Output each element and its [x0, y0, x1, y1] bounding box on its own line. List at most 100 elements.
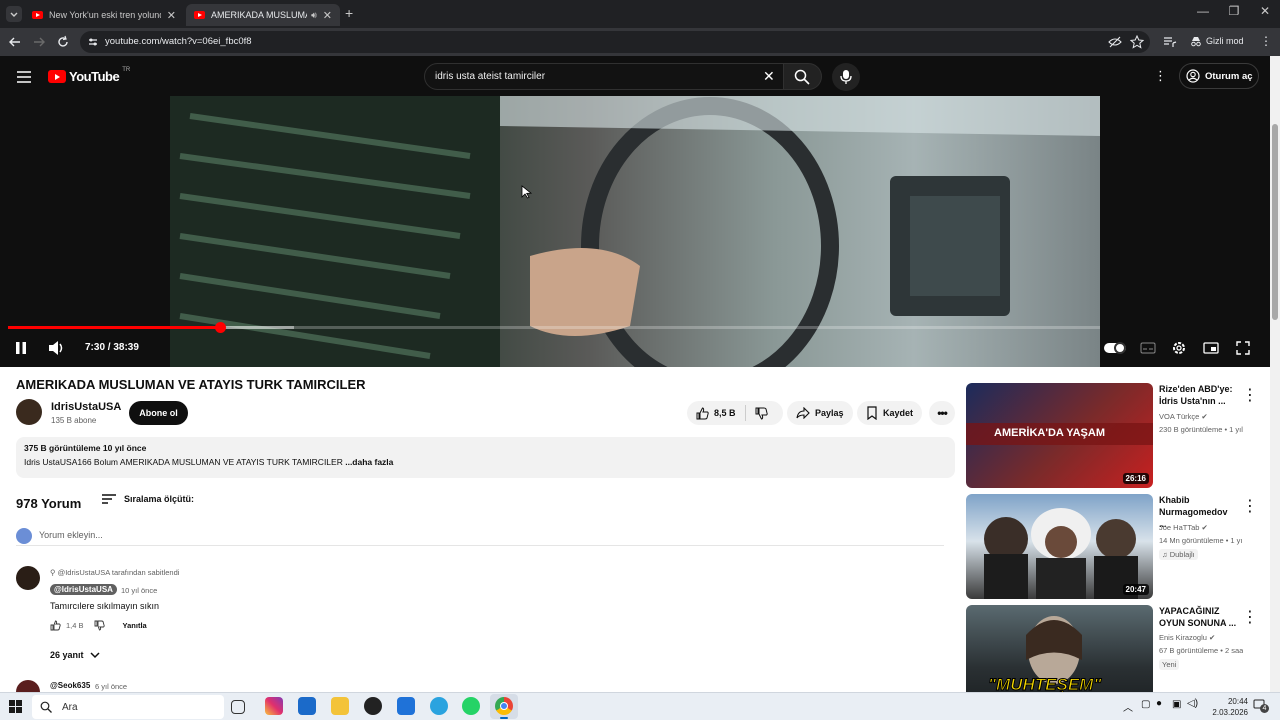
windows-start-icon[interactable]: [9, 700, 23, 714]
bookmark-star-icon[interactable]: [1130, 35, 1144, 49]
task-view-icon[interactable]: [231, 700, 245, 714]
eye-off-icon[interactable]: [1108, 35, 1122, 49]
subscribe-button[interactable]: Abone ol: [129, 401, 188, 425]
restore-button[interactable]: ❐: [1219, 4, 1249, 18]
notification-center[interactable]: 4: [1253, 699, 1269, 713]
signin-button[interactable]: Oturum aç: [1179, 63, 1259, 89]
clock-time: 20:44: [1227, 697, 1248, 706]
comment-time[interactable]: 10 yıl önce: [121, 586, 157, 595]
new-tab-button[interactable]: +: [345, 5, 353, 21]
video-player[interactable]: 7:30 / 38:39: [0, 96, 1270, 367]
media-app-icon[interactable]: [364, 697, 382, 715]
progress-bar[interactable]: [8, 322, 1100, 333]
settings-dots-icon[interactable]: ⋮: [1154, 68, 1167, 84]
taskbar-clock[interactable]: 20:44 2.03.2026: [1196, 696, 1248, 718]
youtube-logo[interactable]: YouTube TR: [48, 67, 130, 84]
chrome-icon: [495, 697, 513, 715]
search-button[interactable]: [784, 63, 822, 90]
hamburger-menu-icon[interactable]: [17, 71, 31, 83]
fullscreen-icon[interactable]: [1236, 341, 1250, 355]
recommendation-title[interactable]: Rize'den ABD'ye: İdris Usta'nın ...: [1159, 383, 1237, 407]
tray-app-icon[interactable]: ▢: [1141, 699, 1150, 710]
tab-list-button[interactable]: [6, 6, 22, 22]
browser-tab-1[interactable]: New York'un eski tren yolunda ✕: [24, 4, 184, 26]
show-more-link[interactable]: ...daha fazla: [345, 457, 393, 467]
taskbar-search[interactable]: Ara: [32, 695, 224, 719]
add-comment-input[interactable]: Yorum ekleyin...: [16, 528, 944, 546]
incognito-indicator[interactable]: Gizli mod: [1190, 35, 1244, 47]
thumbs-up-icon[interactable]: [696, 406, 709, 420]
recommendation-channel[interactable]: Enis Kirazoglu ✔︎: [1159, 633, 1243, 642]
network-icon[interactable]: ▣: [1172, 699, 1181, 710]
chevron-up-icon[interactable]: ︿: [1123, 699, 1133, 714]
comment-author[interactable]: @Seok635: [50, 681, 90, 690]
video-thumbnail[interactable]: 20:47: [966, 494, 1153, 599]
sort-comments-button[interactable]: Sıralama ölçütü:: [102, 494, 194, 504]
share-button[interactable]: Paylaş: [787, 401, 853, 425]
theater-mode-icon[interactable]: [1203, 342, 1219, 354]
more-actions-button[interactable]: •••: [929, 401, 955, 425]
page-scrollbar[interactable]: [1270, 56, 1280, 692]
autoplay-toggle[interactable]: [1104, 342, 1126, 354]
verified-icon: ✔︎: [1209, 633, 1216, 642]
pinned-indicator: ⚲ @IdrisUstaUSA tarafından sabitlendi: [50, 568, 179, 577]
channel-name[interactable]: IdrisUstaUSA: [51, 401, 121, 413]
more-vertical-icon[interactable]: ⋮: [1242, 496, 1258, 516]
recommendation-item[interactable]: AMERİKA'DA YAŞAM 26:16 Rize'den ABD'ye: …: [966, 383, 1266, 488]
forward-arrow-icon[interactable]: [31, 34, 47, 50]
description-box[interactable]: 375 B görüntüleme 10 yıl önce Idris Usta…: [16, 437, 955, 478]
browser-tab-2[interactable]: AMERIKADA MUSLUMAN V 🔊︎ ✕: [186, 4, 340, 26]
outlook-icon[interactable]: [298, 697, 316, 715]
recommendation-item[interactable]: "MUHTEŞEM" YAPACAĞINIZ OYUN SONUNA ... E…: [966, 605, 1266, 692]
reload-icon[interactable]: [55, 34, 71, 50]
scrollbar-thumb[interactable]: [1272, 124, 1278, 320]
channel-avatar[interactable]: [16, 399, 42, 425]
microphone-icon[interactable]: ●: [1156, 698, 1162, 709]
trello-icon[interactable]: [397, 697, 415, 715]
browser-menu-icon[interactable]: ⋮: [1260, 34, 1272, 48]
instagram-icon[interactable]: [265, 697, 283, 715]
telegram-icon[interactable]: [430, 697, 448, 715]
media-control-icon[interactable]: [1163, 35, 1177, 49]
video-thumbnail[interactable]: "MUHTEŞEM": [966, 605, 1153, 692]
thumbs-up-icon[interactable]: [50, 620, 61, 631]
whatsapp-icon[interactable]: [462, 697, 480, 715]
file-explorer-icon[interactable]: [331, 697, 349, 715]
video-thumbnail[interactable]: AMERİKA'DA YAŞAM 26:16: [966, 383, 1153, 488]
verified-icon: ✔︎: [1201, 523, 1208, 532]
volume-icon[interactable]: [48, 340, 66, 356]
more-vertical-icon[interactable]: ⋮: [1242, 385, 1258, 405]
chrome-taskbar-button[interactable]: [490, 694, 518, 719]
recommendation-channel[interactable]: Joe HaTTab ✔︎: [1159, 523, 1243, 532]
minimize-button[interactable]: —: [1188, 4, 1218, 18]
scrubber-knob[interactable]: [214, 322, 226, 333]
back-arrow-icon[interactable]: [7, 34, 23, 50]
comment-author[interactable]: @IdrisUstaUSA: [50, 584, 117, 595]
search-input[interactable]: idris usta ateist tamirciler ✕: [424, 63, 784, 90]
browser-toolbar: youtube.com/watch?v=06ei_fbc0f8 Gizli mo…: [0, 28, 1280, 56]
gear-icon[interactable]: [1171, 340, 1187, 356]
voice-search-button[interactable]: [832, 63, 860, 91]
description-text: Idris UstaUSA166 Bolum AMERIKADA MUSLUMA…: [24, 457, 343, 467]
more-vertical-icon[interactable]: ⋮: [1242, 607, 1258, 627]
thumbs-down-icon[interactable]: [755, 407, 768, 420]
close-window-button[interactable]: ✕: [1250, 4, 1280, 18]
save-button[interactable]: Kaydet: [857, 401, 923, 425]
comment-avatar[interactable]: [16, 566, 40, 590]
site-info-icon[interactable]: [87, 36, 99, 48]
subtitles-icon[interactable]: [1140, 342, 1156, 354]
reply-button[interactable]: Yanıtla: [123, 621, 147, 630]
comment-time[interactable]: 6 yıl önce: [95, 682, 127, 691]
view-replies-button[interactable]: 26 yanıt: [50, 650, 100, 660]
audio-playing-icon[interactable]: 🔊︎: [311, 10, 317, 21]
clear-search-icon[interactable]: ✕: [763, 68, 775, 85]
recommendation-title[interactable]: YAPACAĞINIZ OYUN SONUNA ...: [1159, 605, 1237, 629]
recommendation-item[interactable]: 20:47 Khabib Nurmagomedov ... Joe HaTTab…: [966, 494, 1266, 599]
close-tab-icon[interactable]: ✕: [167, 9, 176, 22]
address-bar[interactable]: youtube.com/watch?v=06ei_fbc0f8: [80, 31, 1150, 53]
close-tab-icon[interactable]: ✕: [323, 9, 332, 22]
thumbs-down-icon[interactable]: [94, 620, 105, 631]
recommendation-channel[interactable]: VOA Türkçe ✔︎: [1159, 412, 1243, 421]
like-count[interactable]: 8,5 B: [714, 408, 736, 418]
pause-icon[interactable]: [14, 341, 28, 355]
